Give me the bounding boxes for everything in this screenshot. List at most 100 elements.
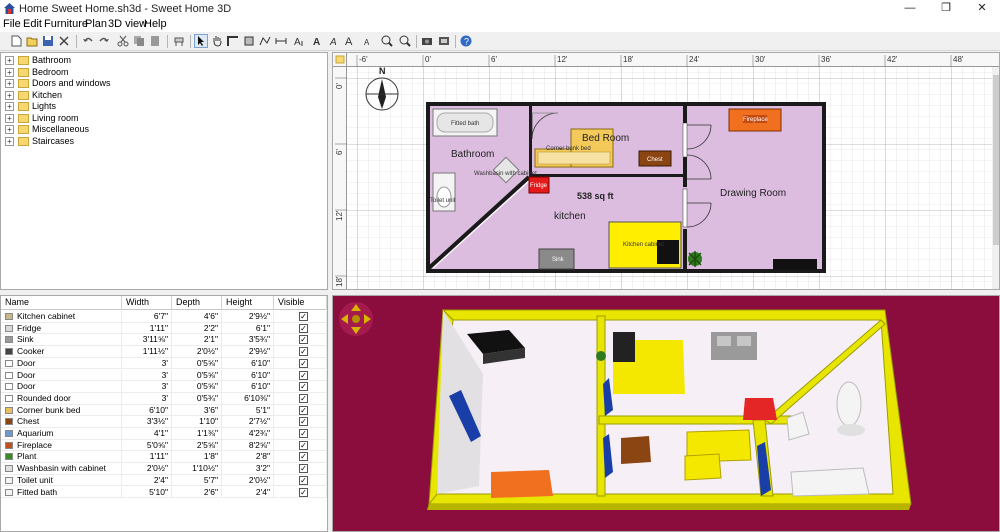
expand-icon[interactable]: + [5, 56, 14, 65]
plant[interactable] [688, 251, 702, 267]
zoom-in-icon[interactable] [380, 34, 394, 48]
copy-icon[interactable] [132, 34, 146, 48]
vertical-scrollbar[interactable] [993, 75, 1000, 245]
fireplace[interactable]: Fireplace [728, 108, 782, 132]
visible-checkbox[interactable]: ✓ [299, 452, 308, 462]
visible-checkbox[interactable]: ✓ [299, 347, 308, 357]
select-mode-icon[interactable] [194, 34, 208, 48]
table-row[interactable]: Chest 3'3½" 1'10" 2'7½" ✓ [1, 416, 327, 428]
fridge[interactable]: Fridge [528, 176, 550, 194]
table-row[interactable]: Fireplace 5'0⅝" 2'5⅝" 8'2⅝" ✓ [1, 439, 327, 452]
add-furniture-icon[interactable] [172, 34, 186, 48]
3d-chest[interactable] [621, 436, 651, 464]
new-icon[interactable] [9, 34, 23, 48]
chest[interactable]: Chest [638, 150, 672, 167]
column-header-width[interactable]: Width [122, 296, 172, 310]
3d-fireplace[interactable] [491, 470, 553, 498]
undo-icon[interactable] [81, 34, 95, 48]
visible-checkbox[interactable]: ✓ [299, 323, 308, 333]
menu-furniture[interactable]: Furniture [44, 18, 88, 31]
visible-checkbox[interactable]: ✓ [299, 440, 308, 450]
3d-navigation-arrows-icon[interactable] [339, 302, 373, 336]
table-row[interactable]: Sink 3'11⅝" 2'1" 3'5¾" ✓ [1, 334, 327, 347]
table-row[interactable]: Door 3' 0'5⅝" 6'10" ✓ [1, 369, 327, 382]
visible-checkbox[interactable]: ✓ [299, 382, 308, 392]
3d-plant[interactable] [596, 351, 606, 361]
expand-icon[interactable]: + [5, 136, 14, 146]
table-row[interactable]: Corner bunk bed 6'10" 3'6" 5'1" ✓ [1, 404, 327, 417]
visible-checkbox[interactable]: ✓ [299, 393, 308, 403]
paste-icon[interactable] [148, 34, 162, 48]
column-header-visible[interactable]: Visible [274, 296, 327, 310]
menu-edit[interactable]: Edit [23, 18, 42, 31]
aquarium[interactable] [773, 259, 817, 270]
3d-sink[interactable] [711, 332, 757, 360]
create-labels-icon[interactable]: A [292, 34, 306, 48]
3d-fridge[interactable] [743, 398, 777, 420]
table-row[interactable]: Fridge 1'11" 2'2" 6'1" ✓ [1, 322, 327, 335]
save-icon[interactable] [41, 34, 55, 48]
zoom-out-icon[interactable] [398, 34, 412, 48]
visible-checkbox[interactable]: ✓ [299, 464, 308, 474]
table-row[interactable]: Rounded door 3' 0'5¾" 6'10⅜" ✓ [1, 392, 327, 405]
table-row[interactable]: Door 3' 0'5⅝" 6'10" ✓ [1, 357, 327, 370]
create-walls-icon[interactable] [226, 34, 240, 48]
pan-mode-icon[interactable] [210, 34, 224, 48]
close-button[interactable]: ✕ [964, 0, 1000, 18]
table-row[interactable]: Fitted bath 5'10" 2'6" 2'4" ✓ [1, 486, 327, 499]
menu-help[interactable]: Help [144, 18, 167, 31]
table-row[interactable]: Aquarium 4'1" 1'1⅜" 4'2¾" ✓ [1, 428, 327, 440]
toilet-unit[interactable]: Toilet unit [430, 172, 456, 212]
create-dimensions-icon[interactable] [274, 34, 288, 48]
visible-checkbox[interactable]: ✓ [299, 475, 308, 485]
create-polylines-icon[interactable] [258, 34, 272, 48]
decrease-text-icon[interactable]: A [361, 34, 375, 48]
3d-canvas[interactable] [333, 296, 1000, 532]
visible-checkbox[interactable]: ✓ [299, 335, 308, 345]
visible-checkbox[interactable]: ✓ [299, 312, 308, 321]
plan-view[interactable]: -6' 0' 6' 12' 18' 24' 30' 36' 42' 48' 0'… [332, 52, 1000, 290]
cut-preferences-icon[interactable] [57, 34, 71, 48]
visible-checkbox[interactable]: ✓ [299, 417, 308, 427]
open-icon[interactable] [25, 34, 39, 48]
menu-plan[interactable]: Plan [85, 18, 107, 31]
menu-file[interactable]: File [3, 18, 21, 31]
column-header-depth[interactable]: Depth [172, 296, 222, 310]
column-header-name[interactable]: Name [1, 296, 122, 310]
visible-checkbox[interactable]: ✓ [299, 405, 308, 415]
column-header-height[interactable]: Height [222, 296, 274, 310]
expand-icon[interactable]: + [5, 113, 14, 123]
expand-icon[interactable]: + [5, 125, 14, 134]
help-icon[interactable]: ? [459, 34, 473, 48]
text-bold-icon[interactable]: A [311, 34, 325, 48]
3d-kitchen-cabinet[interactable] [613, 332, 685, 394]
minimize-button[interactable]: — [892, 0, 928, 18]
create-video-icon[interactable] [437, 34, 451, 48]
table-row[interactable]: Door 3' 0'5⅝" 6'10" ✓ [1, 381, 327, 393]
expand-icon[interactable]: + [5, 79, 14, 88]
table-row[interactable]: Plant 1'11" 1'8" 2'8" ✓ [1, 451, 327, 464]
plan-canvas[interactable]: -6' 0' 6' 12' 18' 24' 30' 36' 42' 48' 0'… [333, 53, 1000, 290]
visible-checkbox[interactable]: ✓ [299, 358, 308, 368]
visible-checkbox[interactable]: ✓ [299, 487, 308, 497]
plan-level-icon[interactable] [335, 55, 345, 64]
3d-view[interactable] [332, 295, 1000, 532]
sink[interactable]: Sink [538, 248, 575, 270]
expand-icon[interactable]: + [5, 90, 14, 100]
table-row[interactable]: Washbasin with cabinet 2'0½" 1'10½" 3'2" ✓ [1, 463, 327, 475]
kitchen-cabinet[interactable]: Kitchen cabinet [608, 221, 682, 269]
maximize-button[interactable]: ❐ [928, 0, 964, 18]
visible-checkbox[interactable]: ✓ [299, 429, 308, 438]
3d-bath[interactable] [790, 467, 870, 497]
fitted-bath[interactable]: Fitted bath [432, 108, 498, 137]
visible-checkbox[interactable]: ✓ [299, 370, 308, 380]
text-italic-icon[interactable]: A [327, 34, 341, 48]
create-rooms-icon[interactable] [242, 34, 256, 48]
increase-text-icon[interactable]: A [344, 34, 358, 48]
expand-icon[interactable]: + [5, 102, 14, 111]
table-row[interactable]: Kitchen cabinet 6'7" 4'6" 2'9½" ✓ [1, 311, 327, 323]
cut-icon[interactable] [116, 34, 130, 48]
menu-3d-view[interactable]: 3D view [108, 18, 147, 31]
create-photo-icon[interactable] [420, 34, 434, 48]
expand-icon[interactable]: + [5, 67, 14, 77]
